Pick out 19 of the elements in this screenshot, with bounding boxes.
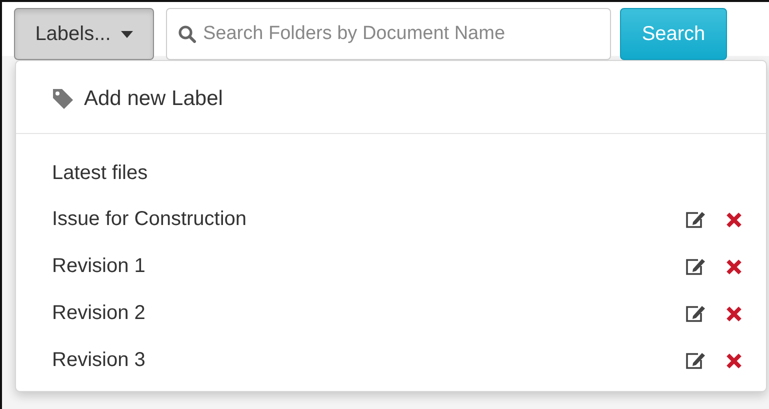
label-item[interactable]: Revision 1 — [52, 255, 684, 278]
delete-icon[interactable] — [726, 212, 742, 228]
label-item[interactable]: Revision 2 — [52, 302, 684, 325]
edit-icon[interactable] — [684, 256, 706, 276]
delete-icon[interactable] — [726, 258, 742, 274]
edit-icon[interactable] — [684, 304, 706, 324]
label-item[interactable]: Revision 3 — [52, 349, 684, 372]
search-icon — [178, 25, 196, 43]
labels-dropdown-button[interactable]: Labels... — [14, 8, 154, 60]
add-label-item[interactable]: Add new Label — [16, 61, 766, 133]
section-header: Latest files — [51, 161, 149, 186]
delete-icon[interactable] — [726, 306, 742, 322]
edit-icon[interactable] — [684, 210, 706, 230]
delete-icon[interactable] — [726, 352, 742, 368]
tag-icon — [52, 88, 74, 110]
search-field[interactable]: Search Folders by Document Name — [166, 8, 611, 60]
caret-icon — [120, 30, 133, 38]
label-item[interactable]: Issue for Construction — [52, 208, 684, 231]
edit-icon[interactable] — [684, 350, 706, 370]
